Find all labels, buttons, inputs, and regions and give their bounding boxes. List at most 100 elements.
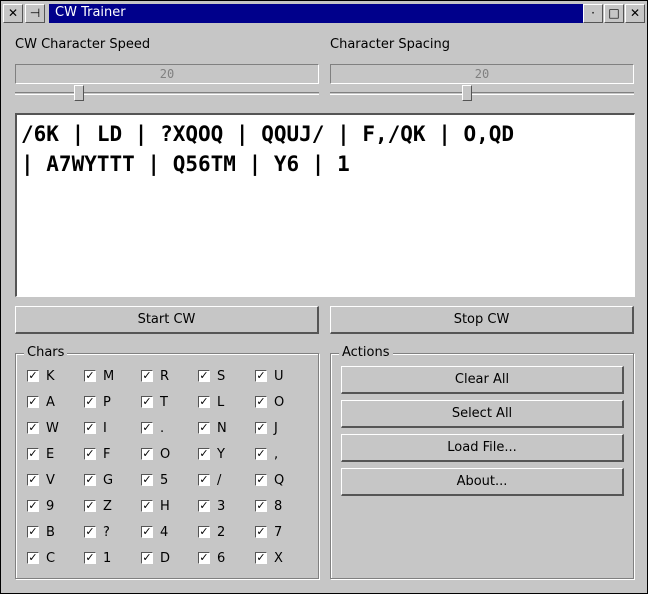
checkbox-checked-icon[interactable]: ✓ <box>198 526 210 538</box>
checkbox-checked-icon[interactable]: ✓ <box>84 370 96 382</box>
char-label: 2 <box>217 525 226 540</box>
checkbox-checked-icon[interactable]: ✓ <box>141 396 153 408</box>
checkbox-checked-icon[interactable]: ✓ <box>27 422 39 434</box>
checkbox-checked-icon[interactable]: ✓ <box>27 370 39 382</box>
char-label: H <box>160 499 170 514</box>
checkbox-checked-icon[interactable]: ✓ <box>84 422 96 434</box>
chars-group: Chars ✓ K ✓ M ✓ R ✓ S ✓ U ✓ A ✓ P ✓ T ✓ L ✓ O ✓ W ✓ I ✓. ✓ N ✓ J ✓ E ✓ F… <box>15 345 319 579</box>
char-label: / <box>217 473 222 488</box>
checkbox-checked-icon[interactable]: ✓ <box>27 448 39 460</box>
char-label: D <box>160 551 171 566</box>
chars-group-title: Chars <box>24 345 68 360</box>
checkbox-checked-icon[interactable]: ✓ <box>198 448 210 460</box>
spacing-value: 20 <box>474 67 490 81</box>
checkbox-checked-icon[interactable]: ✓ <box>255 370 267 382</box>
char-label: L <box>217 395 225 410</box>
actions-group: Actions Clear All Select All Load File..… <box>330 345 634 579</box>
speed-slider-thumb[interactable] <box>74 85 84 101</box>
spacing-slider-thumb[interactable] <box>462 85 472 101</box>
checkbox-checked-icon[interactable]: ✓ <box>84 552 96 564</box>
checkbox-checked-icon[interactable]: ✓ <box>27 474 39 486</box>
char-label: 1 <box>103 551 112 566</box>
char-label: 6 <box>217 551 226 566</box>
char-label: E <box>46 447 55 462</box>
checkbox-checked-icon[interactable]: ✓ <box>141 370 153 382</box>
maximize-icon[interactable]: □ <box>604 4 624 23</box>
checkbox-checked-icon[interactable]: ✓ <box>84 448 96 460</box>
char-label: M <box>103 369 115 384</box>
clear-all-button[interactable]: Clear All <box>341 366 624 394</box>
checkbox-checked-icon[interactable]: ✓ <box>141 526 153 538</box>
char-label: N <box>217 421 227 436</box>
speed-slider-track[interactable] <box>15 92 319 95</box>
speed-value-box: 20 <box>15 64 319 84</box>
speed-label: CW Character Speed <box>15 37 151 52</box>
checkbox-checked-icon[interactable]: ✓ <box>255 422 267 434</box>
exit-icon[interactable]: ✕ <box>625 4 645 23</box>
checkbox-checked-icon[interactable]: ✓ <box>141 474 153 486</box>
cw-output-text[interactable]: /6K | LD | ?XQOQ | QQUJ/ | F,/QK | O,QD … <box>15 113 635 297</box>
checkbox-checked-icon[interactable]: ✓ <box>255 396 267 408</box>
char-label: 3 <box>217 499 226 514</box>
char-label: X <box>274 551 283 566</box>
char-label: Y <box>217 447 225 462</box>
checkbox-checked-icon[interactable]: ✓ <box>255 552 267 564</box>
char-label: U <box>274 369 284 384</box>
char-label: Z <box>103 499 112 514</box>
checkbox-checked-icon[interactable]: ✓ <box>84 526 96 538</box>
title-bar[interactable]: ✕ ⊣ CW Trainer · □ ✕ <box>3 3 645 24</box>
checkbox-checked-icon[interactable]: ✓ <box>198 474 210 486</box>
checkbox-checked-icon[interactable]: ✓ <box>198 370 210 382</box>
char-label: V <box>46 473 55 488</box>
load-file-button[interactable]: Load File... <box>341 434 624 462</box>
char-label: 8 <box>274 499 283 514</box>
char-label: . <box>160 421 165 436</box>
select-all-button[interactable]: Select All <box>341 400 624 428</box>
checkbox-checked-icon[interactable]: ✓ <box>255 526 267 538</box>
checkbox-checked-icon[interactable]: ✓ <box>255 500 267 512</box>
char-label: O <box>274 395 285 410</box>
minimize-icon[interactable]: · <box>583 4 603 23</box>
checkbox-checked-icon[interactable]: ✓ <box>27 552 39 564</box>
char-label: , <box>274 447 279 462</box>
checkbox-checked-icon[interactable]: ✓ <box>141 500 153 512</box>
checkbox-checked-icon[interactable]: ✓ <box>27 526 39 538</box>
char-label: S <box>217 369 226 384</box>
about-button[interactable]: About... <box>341 468 624 496</box>
checkbox-checked-icon[interactable]: ✓ <box>27 396 39 408</box>
checkbox-checked-icon[interactable]: ✓ <box>198 552 210 564</box>
spacing-value-box: 20 <box>330 64 634 84</box>
char-label: T <box>160 395 168 410</box>
stop-cw-button[interactable]: Stop CW <box>330 306 634 334</box>
checkbox-checked-icon[interactable]: ✓ <box>141 552 153 564</box>
char-label: J <box>274 421 278 436</box>
char-label: F <box>103 447 111 462</box>
checkbox-checked-icon[interactable]: ✓ <box>198 422 210 434</box>
checkbox-checked-icon[interactable]: ✓ <box>27 500 39 512</box>
checkbox-checked-icon[interactable]: ✓ <box>84 500 96 512</box>
checkbox-checked-icon[interactable]: ✓ <box>255 448 267 460</box>
checkbox-checked-icon[interactable]: ✓ <box>198 396 210 408</box>
char-label: O <box>160 447 171 462</box>
start-cw-button[interactable]: Start CW <box>15 306 319 334</box>
main-window: ✕ ⊣ CW Trainer · □ ✕ CW Character Speed … <box>0 0 648 594</box>
char-label: P <box>103 395 111 410</box>
checkbox-checked-icon[interactable]: ✓ <box>84 396 96 408</box>
pin-icon[interactable]: ⊣ <box>25 4 45 23</box>
speed-value: 20 <box>159 67 175 81</box>
checkbox-checked-icon[interactable]: ✓ <box>255 474 267 486</box>
char-label: ? <box>103 525 110 540</box>
char-label: K <box>46 369 55 384</box>
char-label: A <box>46 395 55 410</box>
char-label: Q <box>274 473 285 488</box>
checkbox-checked-icon[interactable]: ✓ <box>141 448 153 460</box>
spacing-label: Character Spacing <box>330 37 451 52</box>
checkbox-checked-icon[interactable]: ✓ <box>141 422 153 434</box>
spacing-slider-track[interactable] <box>330 92 634 95</box>
checkbox-checked-icon[interactable]: ✓ <box>198 500 210 512</box>
char-label: W <box>46 421 59 436</box>
title-area[interactable]: CW Trainer <box>49 4 583 23</box>
char-label: I <box>103 421 107 436</box>
close-icon[interactable]: ✕ <box>3 4 23 23</box>
checkbox-checked-icon[interactable]: ✓ <box>84 474 96 486</box>
